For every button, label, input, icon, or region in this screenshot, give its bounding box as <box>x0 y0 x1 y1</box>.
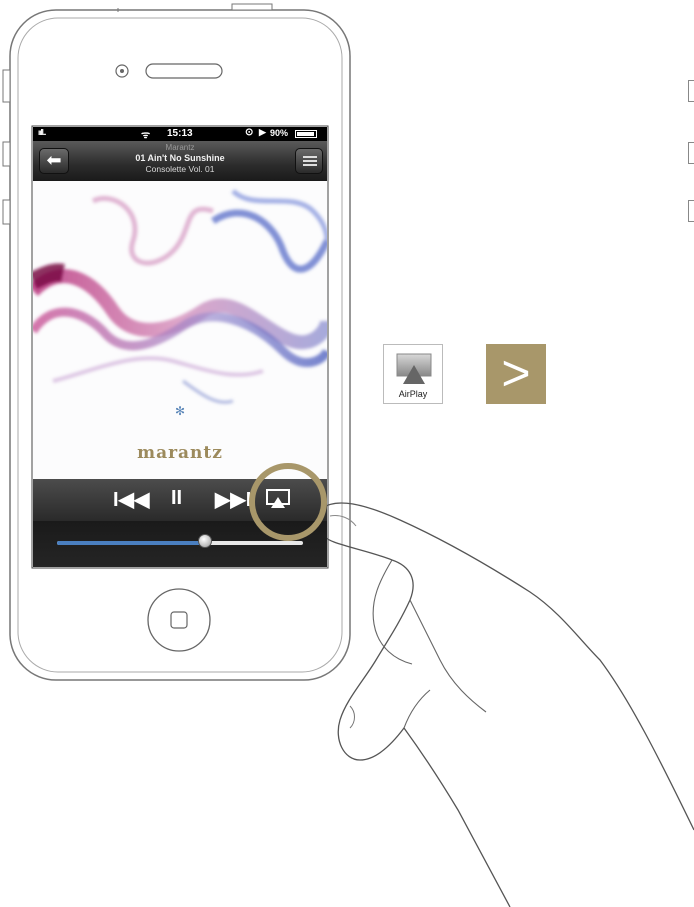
volume-up-button <box>2 141 11 167</box>
next-step-arrow: > <box>486 344 546 404</box>
list-icon <box>303 156 317 158</box>
airplay-icon <box>396 353 432 384</box>
wifi-icon: ᯤ <box>141 130 151 141</box>
volume-down-button <box>2 199 11 225</box>
pause-button[interactable]: II <box>171 487 182 510</box>
battery-percent: 90% <box>270 128 289 138</box>
hand-outline-top <box>317 502 694 831</box>
progress-thumb[interactable] <box>197 534 212 548</box>
queue-list-button[interactable] <box>295 148 323 174</box>
progress-fill <box>57 541 205 545</box>
power-button <box>231 3 273 11</box>
airplay-tile: AirPlay <box>383 344 443 404</box>
previous-button[interactable]: I◀◀ <box>113 487 149 512</box>
battery-icon <box>295 130 317 138</box>
brand-star-icon: ✻ <box>175 404 185 418</box>
source-name: Marantz <box>165 143 195 152</box>
edge-marker <box>688 200 694 222</box>
now-playing-header: ⬅ Marantz 01 Ain't No Sunshine Consolett… <box>33 141 327 181</box>
album-title: Consolette Vol. 01 <box>145 164 215 174</box>
highlight-ring <box>249 463 327 541</box>
volume-switch <box>2 69 11 103</box>
track-title: 01 Ain't No Sunshine <box>135 153 225 163</box>
speaker-grille <box>145 63 223 79</box>
play-indicator-icon: ▶ <box>259 127 266 137</box>
smoke-artwork: ✻ <box>33 189 327 418</box>
edge-marker <box>688 142 694 164</box>
rotation-lock-icon: ⊙ <box>245 127 254 138</box>
airplay-tile-label: AirPlay <box>398 389 428 399</box>
status-bar: ııll.. ᯤ 15:13 ⊙ ▶ 90% <box>33 127 327 141</box>
signal-icon: ııll.. <box>38 128 46 137</box>
album-art: ✻ marantz <box>33 181 327 479</box>
status-time: 15:13 <box>167 128 193 139</box>
edge-marker <box>688 80 694 102</box>
